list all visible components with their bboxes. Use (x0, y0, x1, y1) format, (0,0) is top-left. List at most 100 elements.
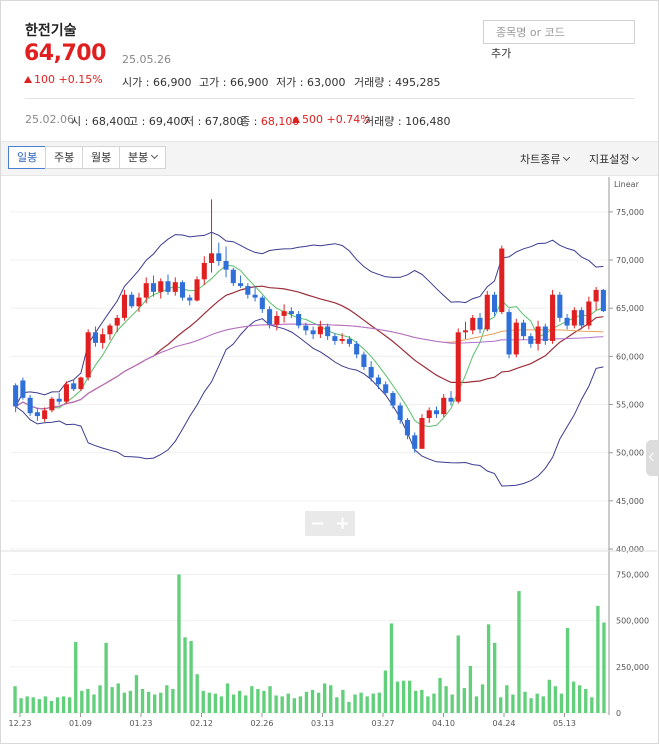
candle-body (433, 410, 440, 415)
volume-bar (505, 685, 509, 713)
candle-body (484, 294, 490, 330)
volume-bar (153, 694, 157, 713)
volume-bar (480, 684, 485, 713)
candle-body (209, 253, 215, 263)
volume-bar (590, 697, 594, 713)
price-tick-label: 50,000 (616, 449, 644, 458)
x-tick-label: 03.13 (311, 719, 334, 728)
volume-bar (195, 674, 199, 713)
volume-bar (31, 697, 35, 713)
candle-body (390, 392, 396, 406)
volume-bar (578, 685, 582, 713)
candle-body (230, 269, 236, 284)
volume-bar (420, 689, 424, 713)
volume-bar (244, 695, 248, 713)
volume-bar (134, 675, 139, 713)
volume-bar (55, 697, 60, 713)
candle-body (49, 398, 55, 411)
volume-bar (292, 698, 296, 713)
volume-bar (584, 688, 588, 713)
volume-bar (61, 696, 66, 713)
volume-bar (602, 622, 606, 713)
volume-bar (523, 691, 527, 713)
volume-bar (165, 685, 169, 713)
x-tick-label: 02.12 (190, 719, 213, 728)
volume-bar (414, 690, 418, 713)
candle-body (470, 317, 476, 331)
candle-body (550, 294, 556, 341)
indicator-lines (15, 231, 604, 487)
volume-bar (565, 628, 570, 713)
price-tick-label: 65,000 (616, 304, 644, 313)
volume-bar (401, 680, 406, 713)
candle-body (579, 310, 585, 326)
price-tick-label: 60,000 (616, 352, 644, 361)
candle-body (259, 297, 265, 310)
candle-body (419, 418, 425, 449)
volume-bar (98, 685, 102, 713)
volume-bar (541, 696, 545, 713)
candle-body (535, 326, 541, 344)
candle-body (528, 336, 534, 344)
candle-body (179, 282, 186, 298)
x-tick-label: 01.09 (69, 719, 92, 728)
volume-bar (262, 690, 266, 713)
volume-bar (486, 624, 491, 713)
candle-body (557, 294, 563, 318)
volume-bar (571, 681, 576, 713)
candle-body (600, 289, 606, 312)
volume-bar (110, 687, 114, 713)
volume-bar (323, 683, 327, 713)
stock-chart[interactable]: Linear 75,000 70,000 65,000 60,000 55,000 50,0… (0, 0, 659, 744)
volume-bar (183, 637, 187, 713)
candle-body (34, 412, 40, 417)
volume-bar (298, 696, 303, 713)
volume-tick-label: 250,000 (616, 663, 649, 672)
volume-tick-label: 0 (616, 709, 621, 718)
volume-bar (189, 640, 193, 713)
x-tick-label: 01.23 (130, 719, 153, 728)
volume-tick-label: 750,000 (616, 570, 649, 579)
volume-bar (395, 681, 400, 713)
volume-bar (219, 696, 224, 713)
candle-body (462, 330, 469, 333)
volume-bar (104, 642, 108, 713)
volume-bar (353, 694, 357, 713)
candle-body (368, 366, 374, 378)
volume-bar (347, 701, 351, 713)
price-tick-label: 45,000 (616, 497, 644, 506)
volume-bar (92, 694, 96, 713)
candle-body (513, 322, 519, 355)
candle-body (13, 385, 19, 407)
zoom-out-button[interactable]: − (305, 511, 330, 536)
volume-bar (426, 696, 430, 713)
side-panel-toggle[interactable] (646, 440, 658, 476)
candle-body (187, 297, 193, 301)
candle-body (129, 294, 135, 307)
volume-bar (86, 688, 90, 713)
volume-bar (201, 690, 205, 713)
volume-bar (140, 688, 145, 713)
candle-body (288, 311, 294, 314)
volume-bar (49, 700, 54, 713)
volume-bar (553, 686, 558, 713)
volume-bar (19, 698, 23, 713)
volume-bar (128, 690, 133, 713)
volume-bar (359, 692, 363, 713)
candle-body (303, 325, 309, 331)
candle-body (71, 383, 77, 390)
candle-body (267, 309, 273, 325)
volume-bar (389, 623, 394, 713)
volume-bar (444, 686, 448, 713)
zoom-in-button[interactable]: + (330, 511, 355, 536)
volume-bar (37, 699, 41, 713)
candle-body (325, 326, 331, 337)
candle-body (412, 435, 418, 449)
candle-body (296, 313, 302, 326)
candle-body (397, 405, 403, 420)
volume-bar (304, 691, 309, 713)
volume-bar (468, 665, 473, 713)
volume-bar (310, 689, 315, 713)
volume-bar (517, 591, 521, 713)
volume-bar (268, 686, 272, 713)
